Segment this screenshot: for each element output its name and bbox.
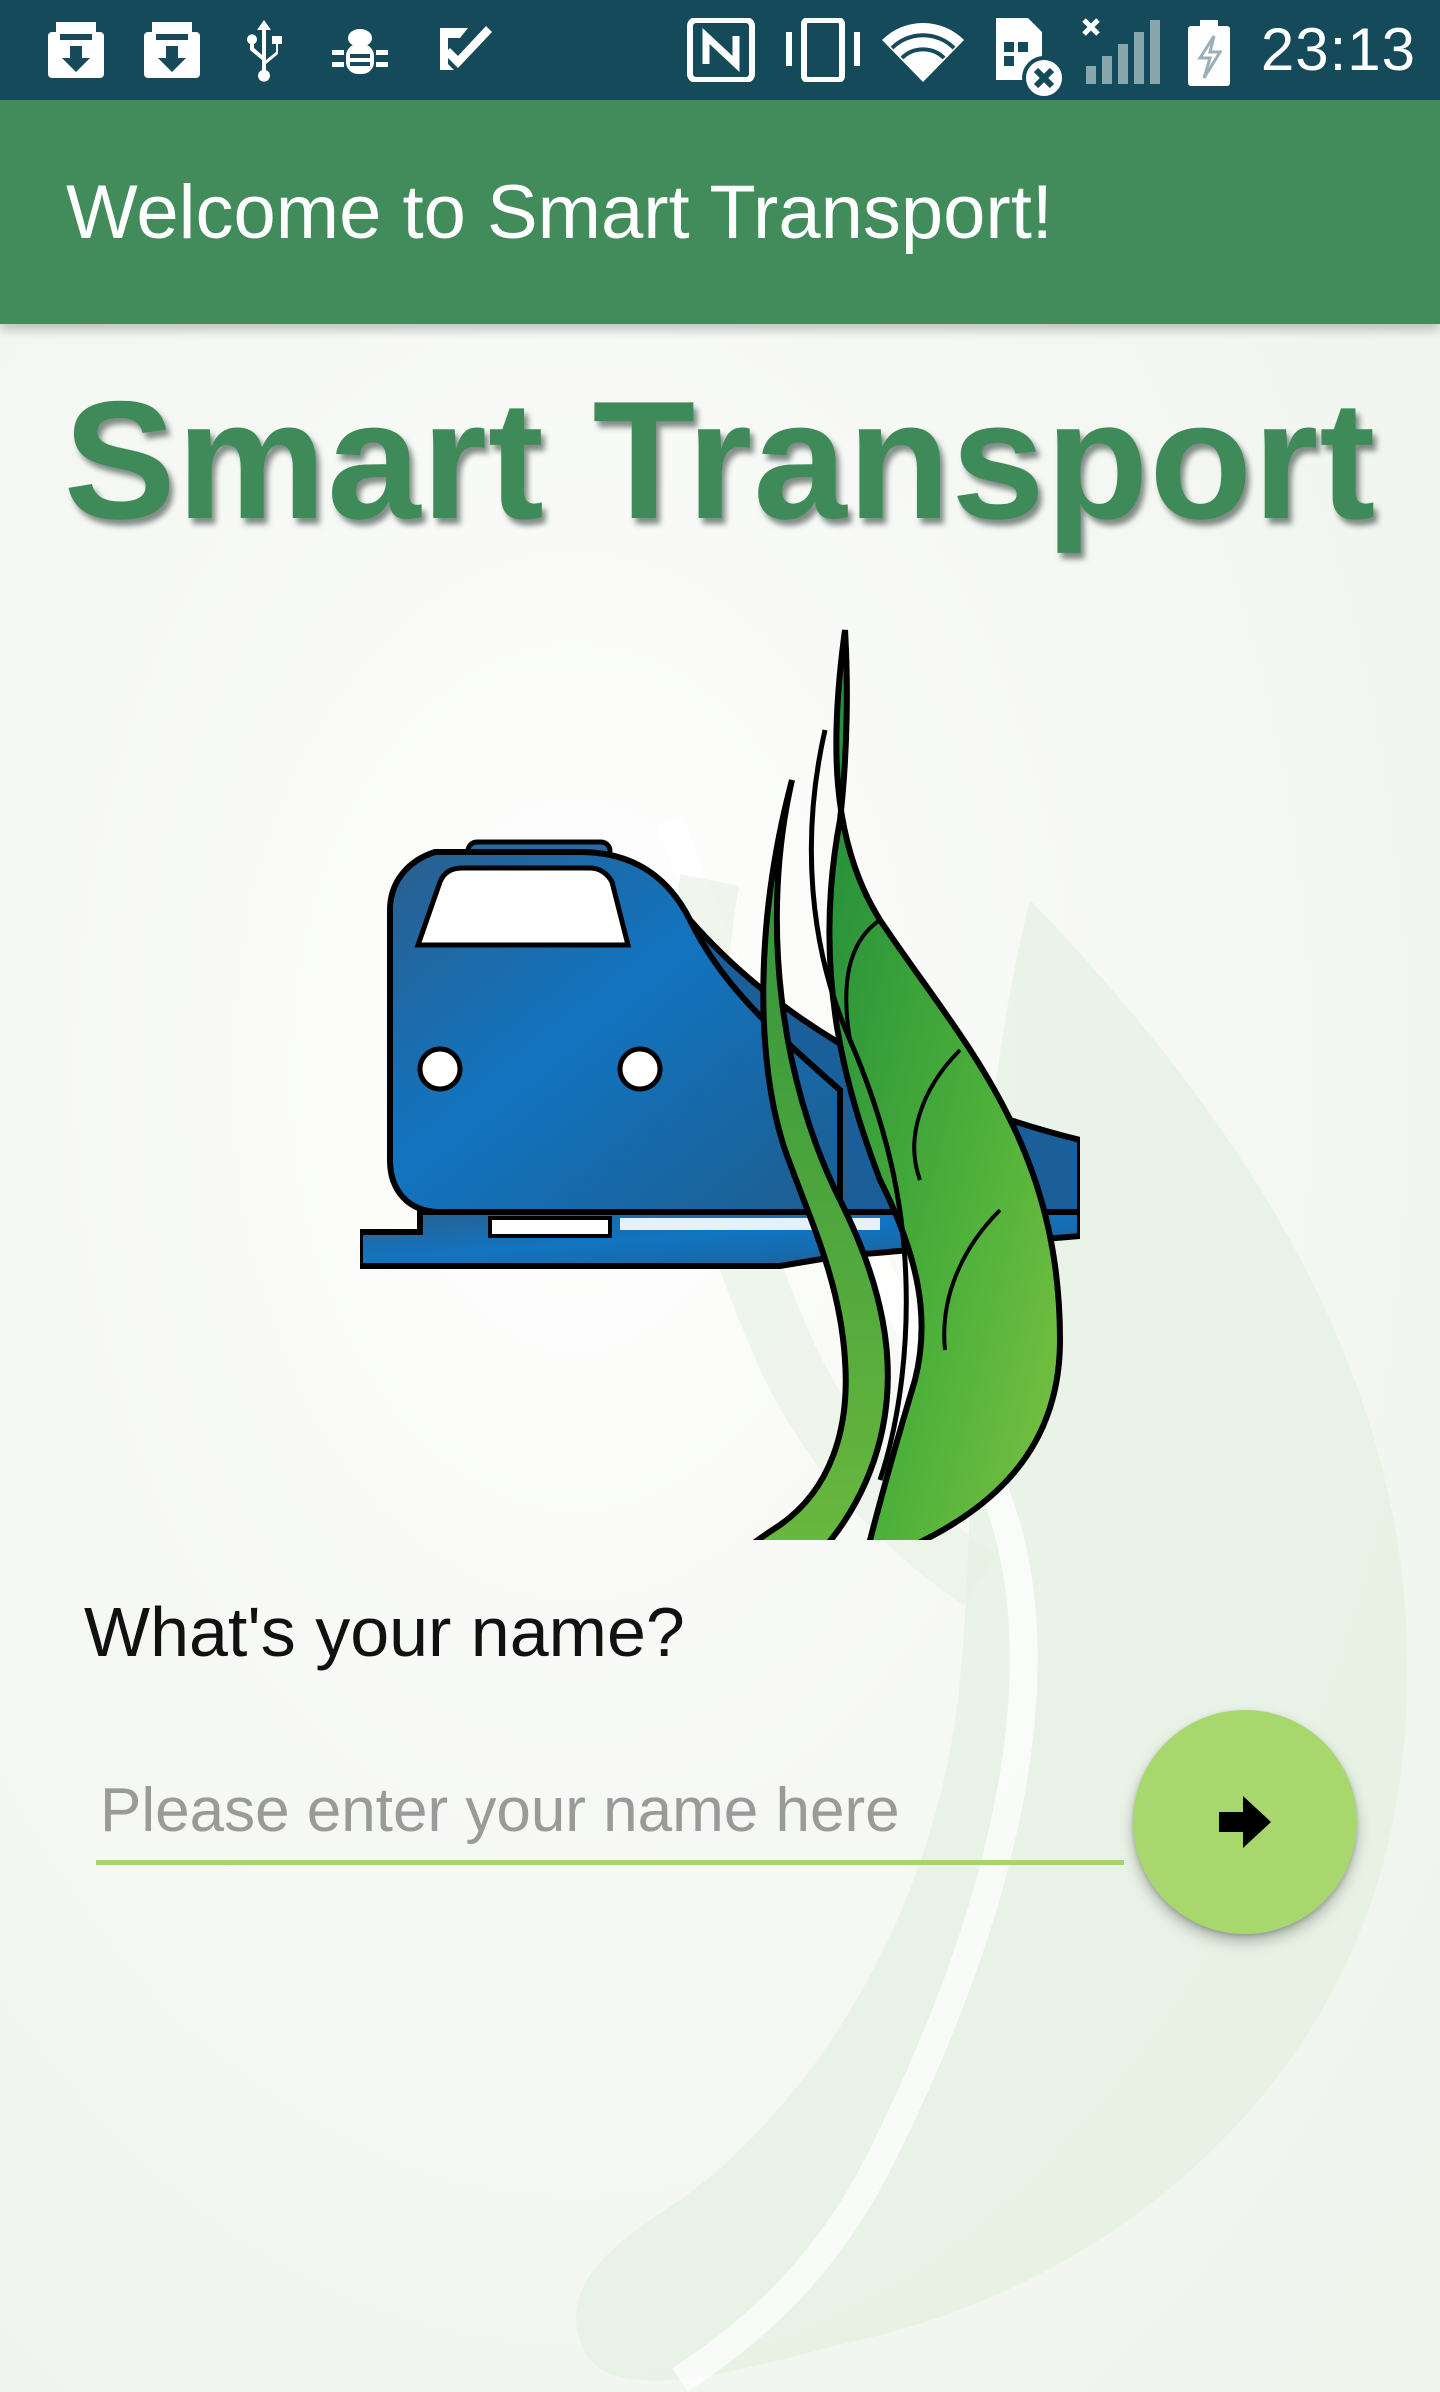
app-logo bbox=[360, 629, 1080, 1540]
nfc-icon bbox=[686, 18, 756, 82]
app-bar-title: Welcome to Smart Transport! bbox=[66, 170, 1053, 255]
app-bar: Welcome to Smart Transport! bbox=[0, 100, 1440, 324]
wifi-icon bbox=[880, 18, 966, 82]
sim-error-icon bbox=[990, 18, 1070, 98]
usb-icon bbox=[236, 18, 292, 82]
signal-no-service-icon bbox=[1082, 18, 1166, 84]
vibrate-icon bbox=[780, 18, 866, 82]
download-icon bbox=[44, 18, 108, 82]
status-clock: 23:13 bbox=[1260, 16, 1416, 83]
status-bar: 23:13 bbox=[0, 0, 1440, 100]
submit-name-button[interactable] bbox=[1133, 1710, 1357, 1934]
battery-charging-icon bbox=[1184, 18, 1234, 86]
download-icon bbox=[140, 18, 204, 82]
name-input[interactable] bbox=[96, 1760, 1124, 1865]
name-prompt: What's your name? bbox=[84, 1593, 685, 1671]
hero-title: Smart Transport bbox=[63, 366, 1377, 554]
bug-icon bbox=[328, 18, 392, 82]
arrow-right-icon bbox=[1219, 1796, 1271, 1848]
task-check-icon bbox=[432, 18, 496, 82]
leaf-icon bbox=[752, 629, 1064, 1540]
welcome-screen: 23:13 Welcome to Smart Transport! Smart … bbox=[0, 0, 1440, 2392]
